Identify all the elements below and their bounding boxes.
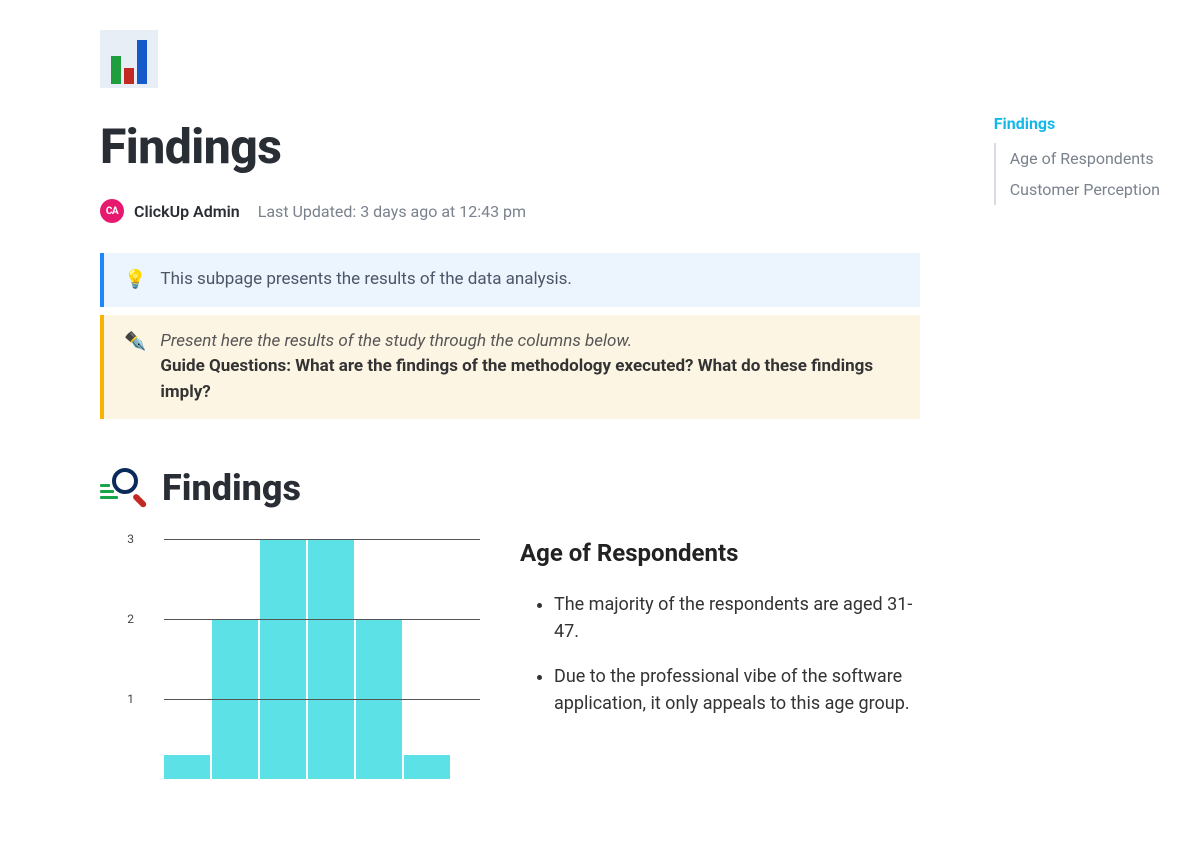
chart-gridline [164,539,480,540]
section-header: Findings [100,467,920,509]
callout-guide-questions: Guide Questions: What are the findings o… [160,356,873,402]
chart-bar [260,539,306,779]
y-tick-label: 2 [127,612,134,626]
icon-bar-green [111,56,121,84]
toc-items: Age of RespondentsCustomer Perception [994,143,1160,205]
callout-guide-body: Present here the results of the study th… [160,329,900,406]
last-updated: Last Updated: 3 days ago at 12:43 pm [258,202,526,221]
icon-bar-blue [137,40,147,84]
main-content: Findings CA ClickUp Admin Last Updated: … [0,0,920,779]
lightbulb-icon: 💡 [124,267,146,292]
callout-guide: ✒️ Present here the results of the study… [100,315,920,420]
findings-bullet: The majority of the respondents are aged… [554,591,920,645]
author-name: ClickUp Admin [134,202,240,221]
findings-text-column: Age of Respondents The majority of the r… [520,539,920,735]
chart-bar [308,539,354,779]
page-title: Findings [100,118,920,175]
meta-row: CA ClickUp Admin Last Updated: 3 days ag… [100,199,920,223]
chart-gridline [164,699,480,700]
toc-item[interactable]: Age of Respondents [1010,143,1160,174]
pen-icon: ✒️ [124,329,146,354]
chart-age-respondents: 123 [100,539,480,779]
last-updated-label: Last Updated: [258,202,356,221]
chart-gridline [164,619,480,620]
chart-bar [404,755,450,779]
table-of-contents: Findings Age of RespondentsCustomer Perc… [994,114,1160,205]
findings-bullet: Due to the professional vibe of the soft… [554,663,920,717]
subsection-heading: Age of Respondents [520,539,920,567]
callout-guide-intro: Present here the results of the study th… [160,329,900,355]
y-tick-label: 3 [127,532,134,546]
callout-info: 💡 This subpage presents the results of t… [100,253,920,307]
magnifier-icon [100,468,150,508]
section-heading: Findings [162,467,301,509]
author-avatar[interactable]: CA [100,199,124,223]
chart-bar [164,755,210,779]
toc-item[interactable]: Customer Perception [1010,174,1160,205]
callout-info-text: This subpage presents the results of the… [160,267,571,293]
findings-bullet-list: The majority of the respondents are aged… [520,591,920,717]
toc-heading[interactable]: Findings [994,114,1160,133]
page-chart-icon [100,30,158,88]
y-tick-label: 1 [127,692,134,706]
icon-bar-red [124,68,134,84]
last-updated-value: 3 days ago at 12:43 pm [360,202,526,221]
two-column-row: 123 Age of Respondents The majority of t… [100,539,920,779]
